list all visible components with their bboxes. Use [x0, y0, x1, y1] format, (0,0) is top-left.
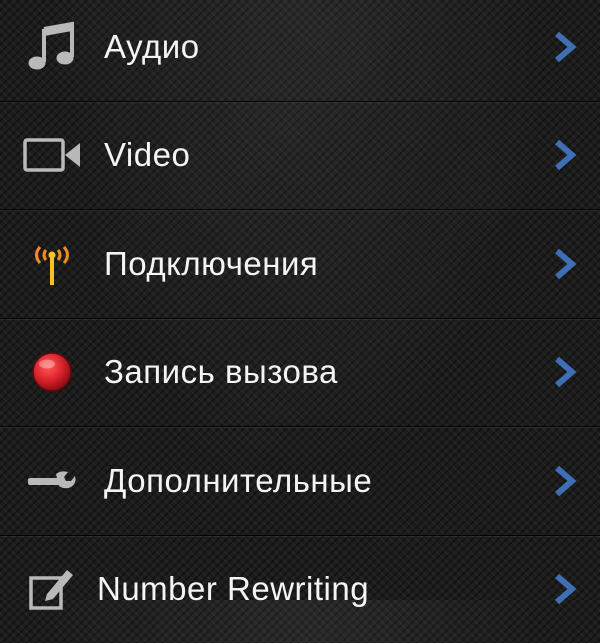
menu-item-connections[interactable]: Подключения	[0, 209, 600, 318]
menu-item-label: Аудио	[104, 28, 600, 66]
chevron-right-icon	[552, 464, 578, 498]
menu-item-label: Запись вызова	[104, 353, 600, 391]
record-icon	[22, 342, 82, 402]
music-note-icon	[22, 17, 82, 77]
chevron-right-icon	[552, 138, 578, 172]
wrench-icon	[22, 451, 82, 511]
chevron-right-icon	[552, 572, 578, 606]
menu-item-label: Video	[104, 136, 600, 174]
video-camera-icon	[22, 125, 82, 185]
chevron-right-icon	[552, 247, 578, 281]
menu-item-number-rewriting[interactable]: Number Rewriting	[0, 535, 600, 643]
chevron-right-icon	[552, 355, 578, 389]
menu-item-label: Дополнительные	[104, 462, 600, 500]
settings-menu: Аудио Video Подключения	[0, 0, 600, 592]
menu-item-label: Подключения	[104, 245, 600, 283]
chevron-right-icon	[552, 30, 578, 64]
menu-item-audio[interactable]: Аудио	[0, 0, 600, 101]
antenna-icon	[22, 234, 82, 294]
menu-item-call-recording[interactable]: Запись вызова	[0, 318, 600, 427]
menu-item-video[interactable]: Video	[0, 101, 600, 210]
menu-item-label: Number Rewriting	[97, 570, 600, 608]
menu-item-additional[interactable]: Дополнительные	[0, 426, 600, 535]
edit-icon	[22, 559, 82, 619]
